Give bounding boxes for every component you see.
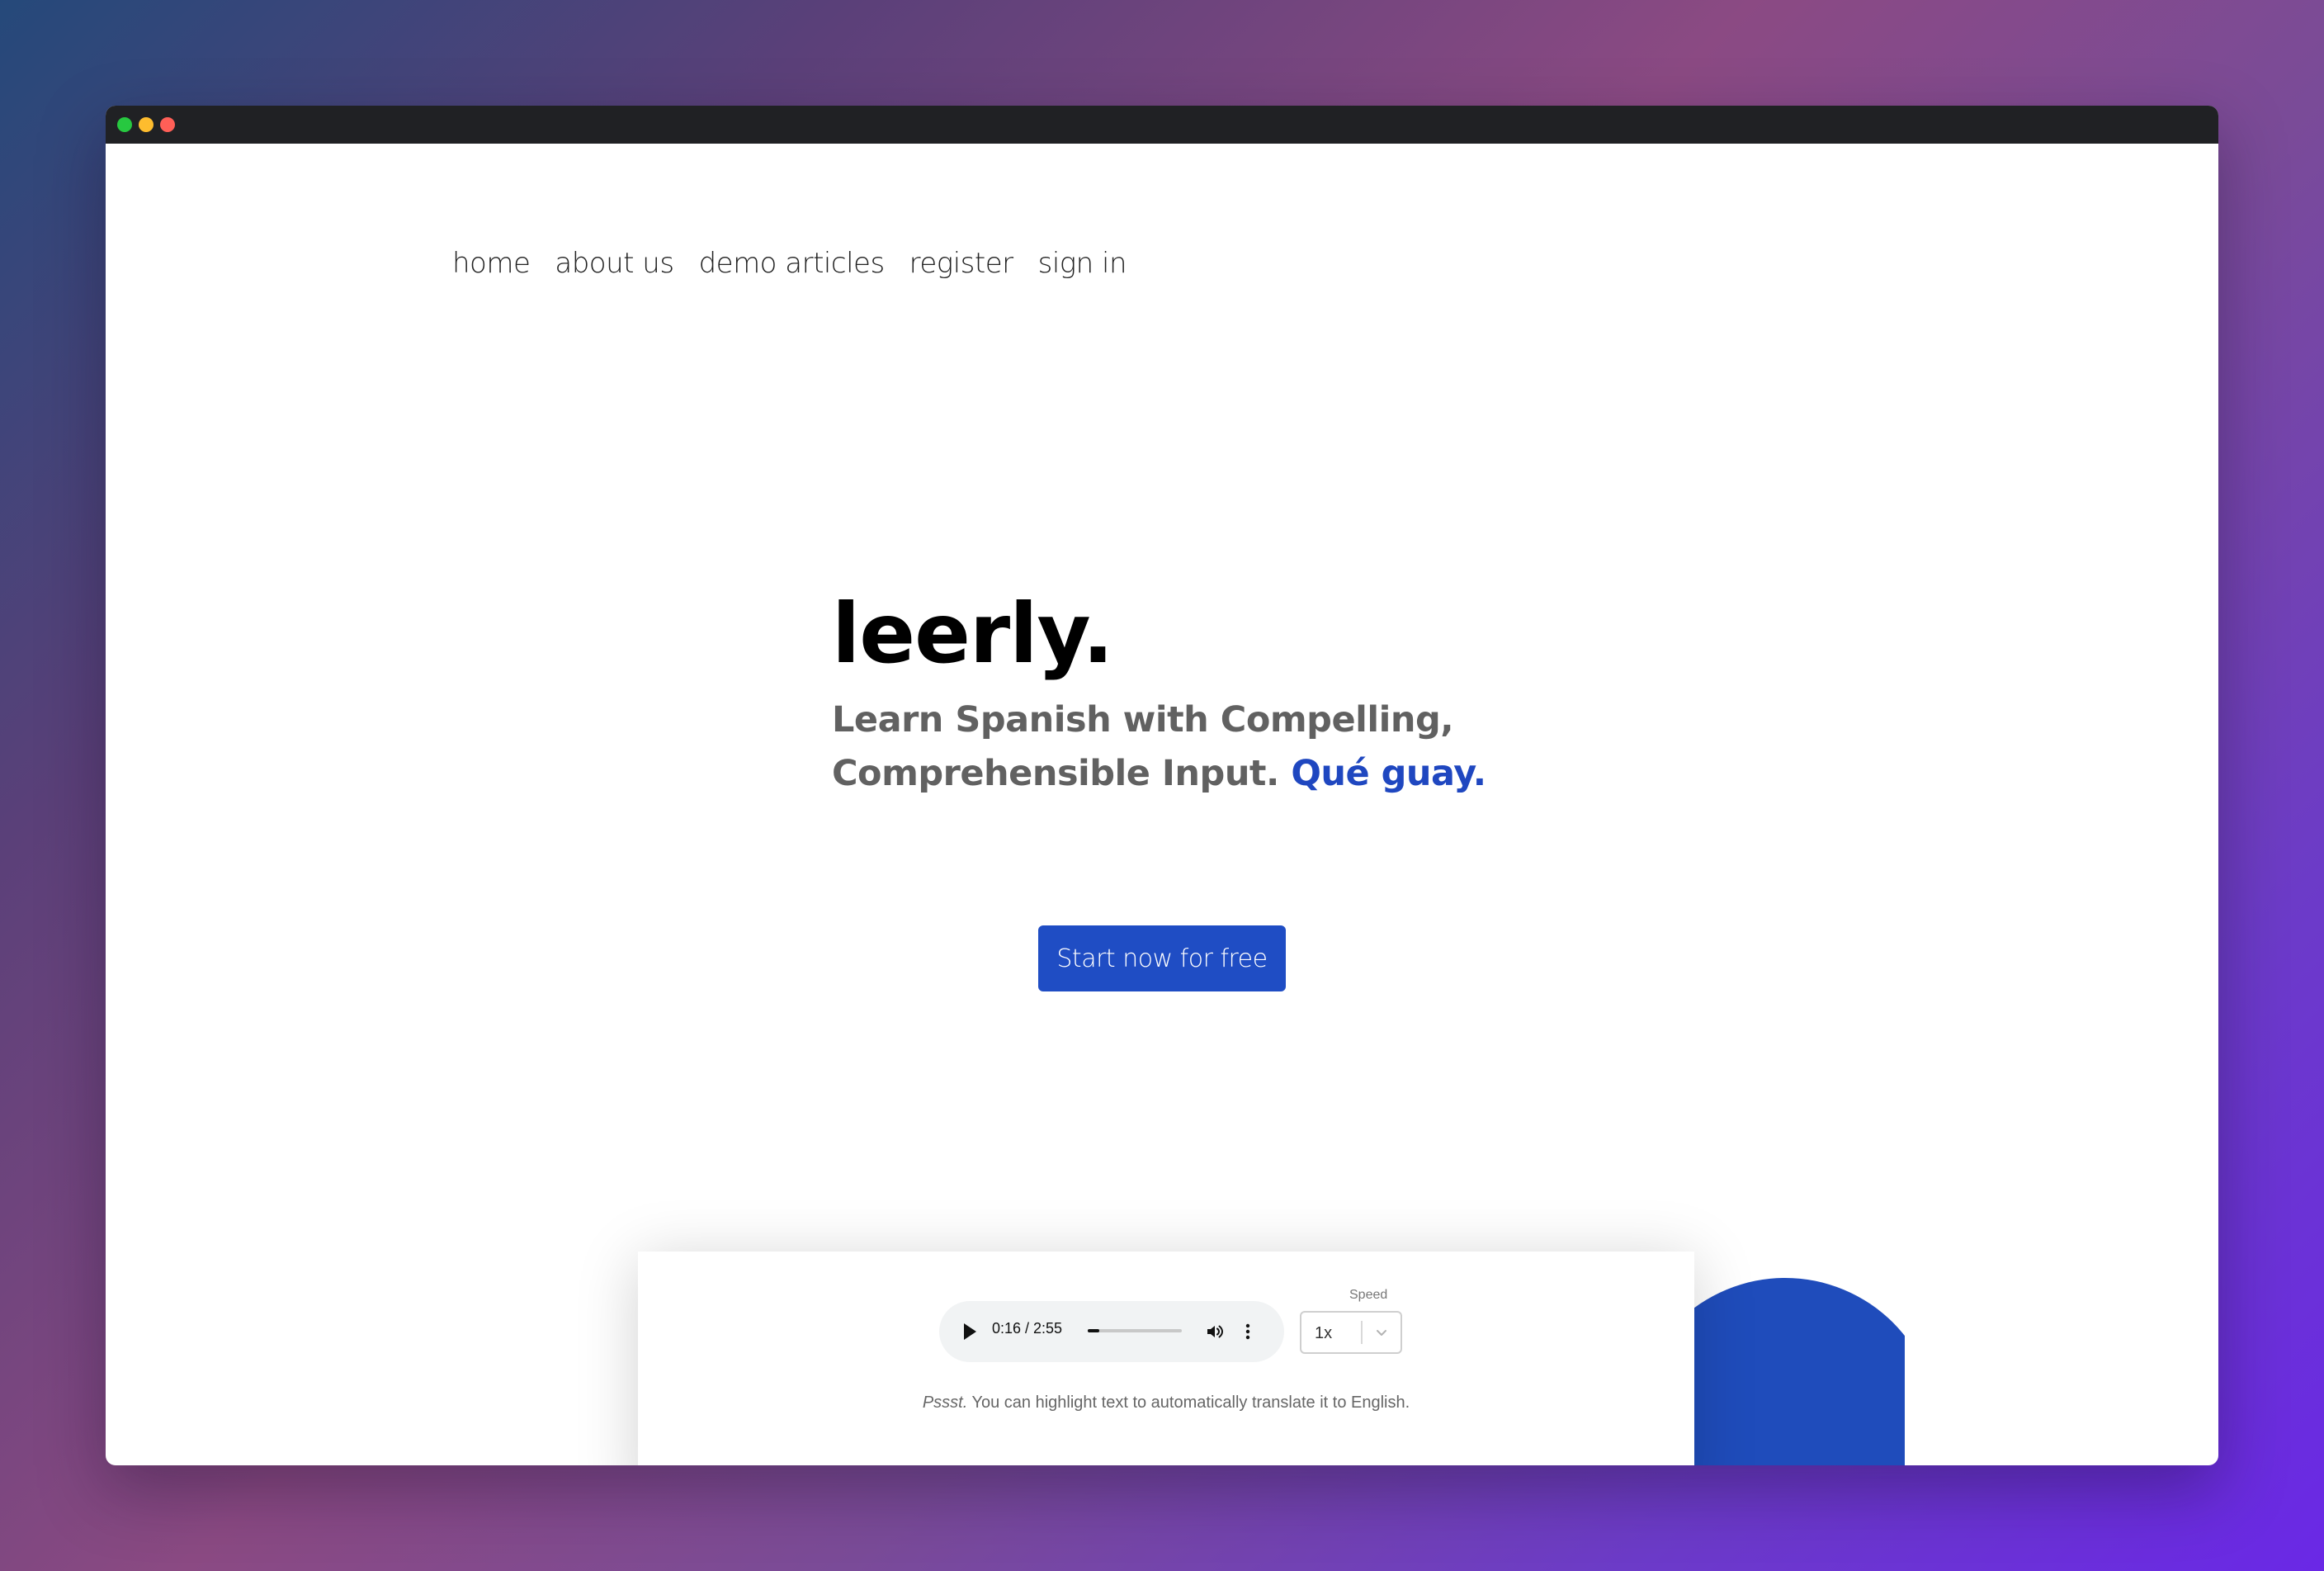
speed-select[interactable]: 1x bbox=[1300, 1311, 1402, 1354]
speed-value: 1x bbox=[1315, 1324, 1333, 1342]
window-control-yellow[interactable] bbox=[139, 117, 154, 132]
tagline-line-2: Comprehensible Input. bbox=[832, 753, 1279, 794]
main-nav: home about us demo articles register sig… bbox=[452, 243, 1127, 284]
start-free-button[interactable]: Start now for free bbox=[1038, 925, 1286, 991]
volume-icon[interactable] bbox=[1205, 1322, 1225, 1342]
nav-sign-in-link[interactable]: sign in bbox=[1038, 247, 1127, 280]
nav-register-link[interactable]: register bbox=[909, 247, 1013, 280]
hero-tagline: Learn Spanish with Compelling, Comprehen… bbox=[832, 693, 1740, 801]
hero-section: leerly. Learn Spanish with Compelling, C… bbox=[832, 593, 1740, 801]
more-options-icon[interactable] bbox=[1245, 1322, 1251, 1342]
tagline-accent: Qué guay. bbox=[1291, 753, 1486, 794]
translation-hint: Pssst. You can highlight text to automat… bbox=[638, 1394, 1694, 1412]
window-control-green[interactable] bbox=[117, 117, 132, 132]
audio-time: 0:16 / 2:55 bbox=[992, 1320, 1063, 1337]
hint-text: You can highlight text to automatically … bbox=[967, 1394, 1410, 1412]
audio-progress-bar[interactable] bbox=[1088, 1329, 1182, 1332]
site-logo: leerly. bbox=[832, 585, 1114, 682]
article-preview-card: 0:16 / 2:55 Speed 1x Pssst. You can high… bbox=[638, 1252, 1694, 1465]
audio-progress-fill bbox=[1088, 1329, 1099, 1332]
speed-label: Speed bbox=[1349, 1288, 1388, 1302]
tagline-line-1: Learn Spanish with Compelling, bbox=[832, 699, 1454, 741]
nav-demo-articles-link[interactable]: demo articles bbox=[699, 247, 886, 280]
window-control-red[interactable] bbox=[160, 117, 175, 132]
play-icon[interactable] bbox=[964, 1323, 976, 1340]
chevron-down-icon[interactable] bbox=[1373, 1324, 1390, 1341]
hint-prefix: Pssst. bbox=[922, 1394, 968, 1412]
select-divider bbox=[1361, 1321, 1363, 1344]
audio-player[interactable]: 0:16 / 2:55 bbox=[939, 1301, 1284, 1362]
nav-home-link[interactable]: home bbox=[452, 247, 531, 280]
nav-about-link[interactable]: about us bbox=[555, 247, 674, 280]
browser-window: home about us demo articles register sig… bbox=[106, 106, 2218, 1465]
window-titlebar bbox=[106, 106, 2218, 144]
